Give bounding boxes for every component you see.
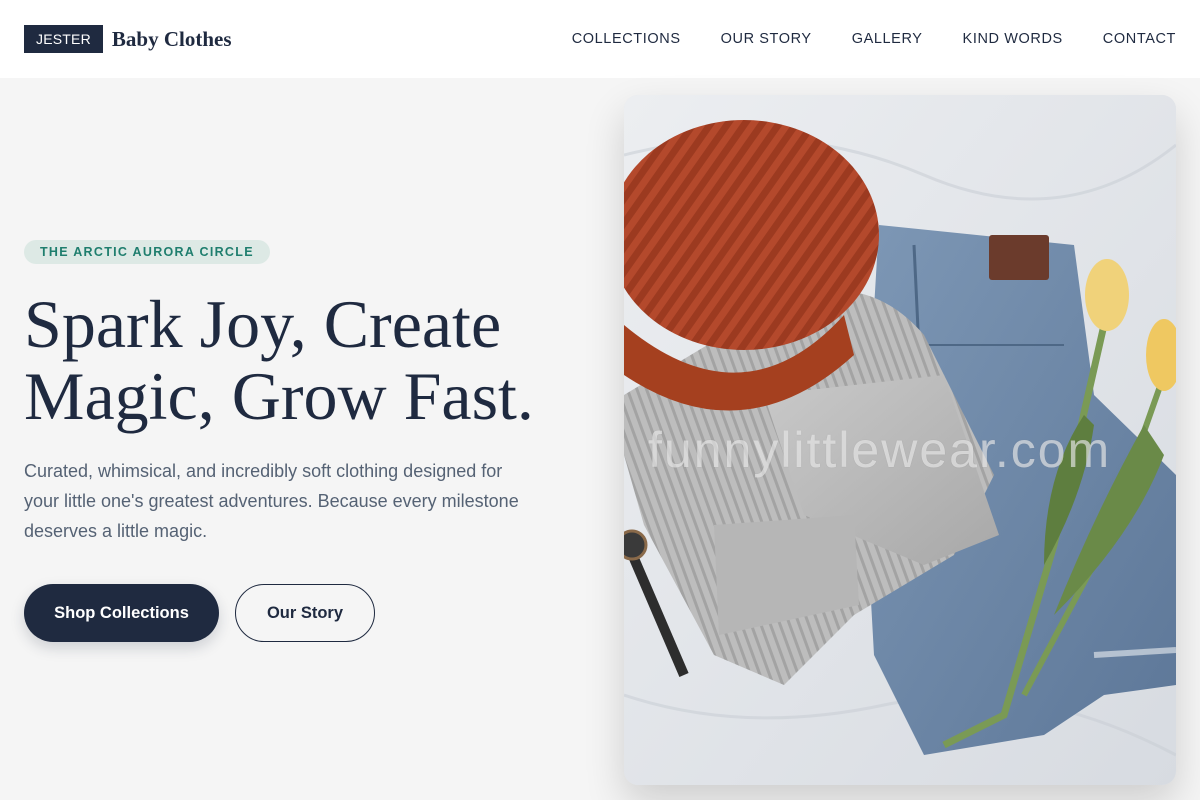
hero-headline-line-1: Spark Joy, Create [24, 286, 502, 362]
hero-eyebrow-badge: THE ARCTIC AURORA CIRCLE [24, 240, 270, 264]
our-story-button[interactable]: Our Story [235, 584, 375, 642]
hero-image: funnylittlewear.com [624, 95, 1176, 785]
hero-description: Curated, whimsical, and incredibly soft … [24, 461, 519, 541]
shop-collections-button[interactable]: Shop Collections [24, 584, 219, 642]
hero-headline: Spark Joy, Create Magic, Grow Fast. [24, 288, 594, 432]
nav-link-our-story[interactable]: OUR STORY [721, 31, 812, 47]
hero-headline-line-2: Magic, Grow Fast. [24, 358, 534, 434]
nav-link-collections[interactable]: COLLECTIONS [572, 31, 681, 47]
brand-name: Baby Clothes [111, 26, 232, 51]
brand-logo[interactable]: JESTER Baby Clothes [24, 25, 232, 53]
nav-link-contact[interactable]: CONTACT [1103, 31, 1176, 47]
brand-badge: JESTER [24, 25, 103, 53]
image-watermark: funnylittlewear.com [648, 422, 1112, 478]
top-navbar: JESTER Baby Clothes COLLECTIONS OUR STOR… [0, 0, 1200, 78]
nav-link-gallery[interactable]: GALLERY [852, 31, 923, 47]
nav-link-kind-words[interactable]: KIND WORDS [963, 31, 1063, 47]
main-menu: COLLECTIONS OUR STORY GALLERY KIND WORDS… [572, 31, 1176, 47]
